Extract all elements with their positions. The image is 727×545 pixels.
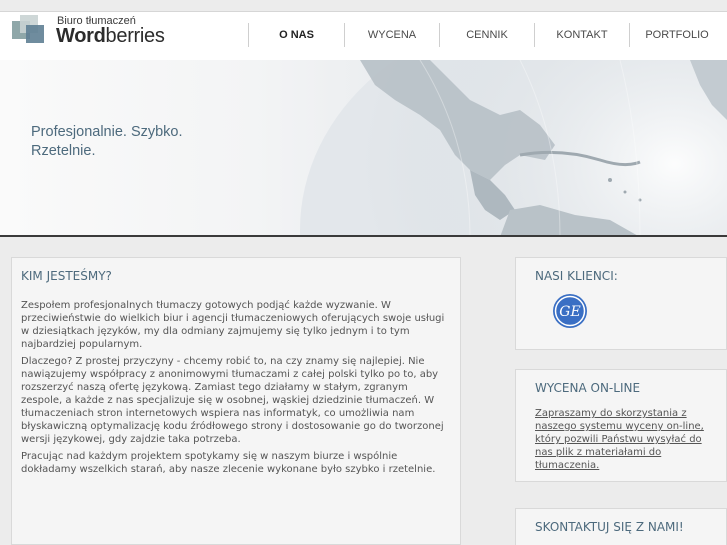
nav-item-cennik[interactable]: CENNIK bbox=[439, 23, 534, 47]
main-nav: O NAS WYCENA CENNIK KONTAKT PORTFOLIO bbox=[248, 12, 724, 48]
hero-slogan: Profesjonalnie. Szybko. Rzetelnie. bbox=[31, 123, 183, 161]
about-paragraph: Dlaczego? Z prostej przyczyny - chcemy r… bbox=[21, 356, 444, 445]
quote-link[interactable]: Zapraszamy do skorzystania z naszego sys… bbox=[535, 407, 706, 472]
logo-squares-icon bbox=[12, 15, 44, 43]
clients-title: NASI KLIENCI: bbox=[535, 269, 618, 283]
hero-slogan-line2: Rzetelnie. bbox=[31, 143, 96, 159]
about-panel: KIM JESTEŚMY? Zespołem profesjonalnych t… bbox=[11, 257, 461, 545]
hero-banner: Profesjonalnie. Szybko. Rzetelnie. bbox=[0, 60, 727, 237]
contact-panel: SKONTAKTUJ SIĘ Z NAMI! bbox=[515, 508, 727, 545]
clients-panel: NASI KLIENCI: GE bbox=[515, 257, 727, 350]
nav-item-portfolio[interactable]: PORTFOLIO bbox=[629, 23, 724, 47]
about-paragraph: Pracując nad każdym projektem spotykamy … bbox=[21, 451, 436, 475]
nav-item-kontakt[interactable]: KONTAKT bbox=[534, 23, 629, 47]
about-paragraph: Zespołem profesjonalnych tłumaczy gotowy… bbox=[21, 300, 445, 350]
about-title: KIM JESTEŚMY? bbox=[21, 269, 112, 283]
site-logo[interactable]: Biuro tłumaczeń Wordberries bbox=[12, 8, 182, 52]
logo-name: Wordberries bbox=[56, 25, 165, 47]
nav-item-wycena[interactable]: WYCENA bbox=[344, 23, 439, 47]
nav-item-o-nas[interactable]: O NAS bbox=[248, 23, 344, 47]
svg-text:GE: GE bbox=[559, 304, 580, 320]
contact-title: SKONTAKTUJ SIĘ Z NAMI! bbox=[535, 520, 684, 534]
quote-title: WYCENA ON-LINE bbox=[535, 381, 641, 395]
ge-logo-icon: GE bbox=[553, 294, 587, 328]
hero-slogan-line1: Profesjonalnie. Szybko. bbox=[31, 124, 183, 140]
quote-panel: WYCENA ON-LINE Zapraszamy do skorzystani… bbox=[515, 369, 727, 482]
